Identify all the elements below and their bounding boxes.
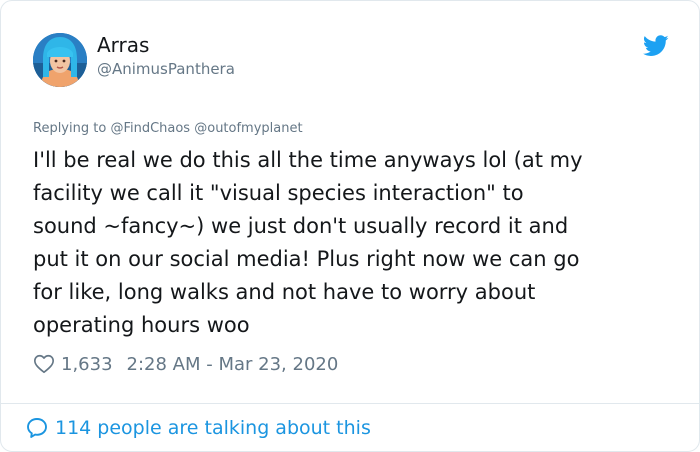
- conversation-link[interactable]: 114 people are talking about this: [25, 415, 371, 441]
- like-count[interactable]: 1,633: [61, 354, 113, 375]
- tweet-text-line: for like, long walks and not have to wor…: [33, 280, 536, 304]
- tweet-meta-row: 1,633 2:28 AM - Mar 23, 2020: [33, 352, 338, 376]
- avatar-image: [33, 33, 87, 87]
- heart-icon[interactable]: [33, 353, 55, 375]
- tweet-timestamp[interactable]: 2:28 AM - Mar 23, 2020: [127, 354, 339, 375]
- avatar[interactable]: [33, 33, 87, 87]
- tweet-text-line: put it on our social media! Plus right n…: [33, 247, 580, 271]
- tweet-text-line: sound ~fancy~) we just don't usually rec…: [33, 214, 569, 238]
- speech-bubble-icon: [25, 416, 49, 440]
- tweet-text-line: operating hours woo: [33, 313, 250, 337]
- tweet-text-line: I'll be real we do this all the time any…: [33, 148, 583, 172]
- tweet-text: I'll be real we do this all the time any…: [33, 144, 673, 342]
- reply-context: Replying to @FindChaos @outofmyplanet: [33, 120, 303, 138]
- divider: [1, 403, 699, 404]
- twitter-bird-icon[interactable]: [642, 35, 669, 57]
- tweet-card: Arras @AnimusPanthera Replying to @FindC…: [0, 0, 700, 452]
- reply-mention-outofmyplanet[interactable]: @outofmyplanet: [194, 121, 302, 136]
- user-handle[interactable]: @AnimusPanthera: [97, 59, 235, 79]
- user-display-name[interactable]: Arras: [97, 33, 149, 57]
- tweet-text-line: facility we call it "visual species inte…: [33, 181, 524, 205]
- reply-mention-findchaos[interactable]: @FindChaos: [110, 121, 190, 136]
- reply-prefix: Replying to: [33, 121, 107, 136]
- conversation-label[interactable]: 114 people are talking about this: [55, 417, 371, 439]
